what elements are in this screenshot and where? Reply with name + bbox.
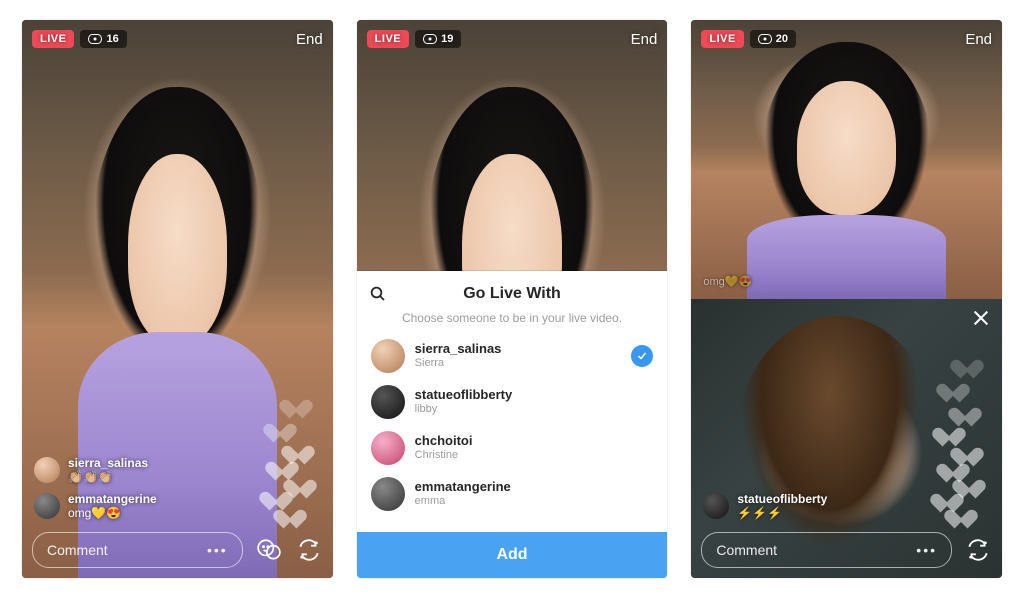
faded-comment: omg💛😍: [703, 275, 752, 288]
avatar: [371, 385, 405, 419]
person-row[interactable]: sierra_salinas Sierra: [357, 333, 668, 379]
host-feed: [691, 20, 1002, 299]
comment-item[interactable]: emmatangerine omg💛😍: [34, 492, 243, 520]
person-display-name: emma: [415, 495, 654, 508]
person-display-name: Sierra: [415, 357, 622, 370]
eye-icon: [423, 34, 437, 44]
switch-camera-button[interactable]: [295, 536, 323, 564]
avatar: [34, 493, 60, 519]
viewer-count-badge[interactable]: 20: [750, 30, 796, 48]
live-badge: LIVE: [32, 30, 74, 48]
go-live-with-sheet: Go Live With Choose someone to be in you…: [357, 271, 668, 578]
comment-input[interactable]: Comment •••: [32, 532, 243, 568]
more-icon[interactable]: •••: [207, 542, 228, 558]
person-display-name: libby: [415, 403, 654, 416]
avatar: [34, 457, 60, 483]
avatar: [371, 431, 405, 465]
comment-body: omg💛😍: [68, 506, 121, 520]
more-icon[interactable]: •••: [916, 542, 937, 558]
comment-item[interactable]: statueoflibberty ⚡⚡⚡: [703, 492, 912, 520]
end-button[interactable]: End: [296, 31, 323, 48]
sheet-subtitle: Choose someone to be in your live video.: [357, 311, 668, 333]
comment-body: ⚡⚡⚡: [737, 506, 782, 520]
viewer-count-badge[interactable]: 16: [80, 30, 126, 48]
sheet-title: Go Live With: [463, 285, 561, 302]
person-row[interactable]: chchoitoi Christine: [357, 425, 668, 471]
people-list: sierra_salinas Sierra statueoflibberty l…: [357, 333, 668, 532]
comment-username: statueoflibberty: [737, 492, 827, 506]
live-badge: LIVE: [701, 30, 743, 48]
eye-icon: [88, 34, 102, 44]
comment-body: 👏🏼👏🏼👏🏼: [68, 470, 113, 484]
avatar: [371, 339, 405, 373]
search-icon[interactable]: [369, 285, 387, 308]
add-button[interactable]: Add: [357, 532, 668, 578]
close-icon[interactable]: [970, 307, 992, 329]
comment-item[interactable]: sierra_salinas 👏🏼👏🏼👏🏼: [34, 456, 243, 484]
avatar: [371, 477, 405, 511]
live-stream-screen-invite: LIVE 19 End Go Live With Choose someone …: [357, 20, 668, 578]
end-button[interactable]: End: [965, 31, 992, 48]
avatar: [703, 493, 729, 519]
comment-input[interactable]: Comment •••: [701, 532, 952, 568]
person-username: emmatangerine: [415, 480, 654, 495]
person-row[interactable]: statueoflibberty libby: [357, 379, 668, 425]
viewer-count-badge[interactable]: 19: [415, 30, 461, 48]
person-username: statueoflibberty: [415, 388, 654, 403]
switch-camera-button[interactable]: [964, 536, 992, 564]
live-stream-screen-split: LIVE 20 End omg💛😍 statueoflibberty: [691, 20, 1002, 578]
eye-icon: [758, 34, 772, 44]
person-username: sierra_salinas: [415, 342, 622, 357]
person-username: chchoitoi: [415, 434, 654, 449]
comment-username: sierra_salinas: [68, 456, 148, 470]
comments-feed: statueoflibberty ⚡⚡⚡: [703, 492, 912, 520]
end-button[interactable]: End: [631, 31, 658, 48]
live-badge: LIVE: [367, 30, 409, 48]
face-filter-button[interactable]: [255, 536, 283, 564]
comments-feed: sierra_salinas 👏🏼👏🏼👏🏼 emmatangerine omg💛…: [34, 456, 243, 520]
live-stream-screen-solo: LIVE 16 End sierra_salinas 👏🏼👏🏼👏🏼: [22, 20, 333, 578]
comment-placeholder: Comment: [716, 542, 777, 558]
person-row[interactable]: emmatangerine emma: [357, 471, 668, 517]
comment-username: emmatangerine: [68, 492, 157, 506]
selected-check-icon[interactable]: [631, 345, 653, 367]
comment-placeholder: Comment: [47, 542, 108, 558]
person-display-name: Christine: [415, 449, 654, 462]
